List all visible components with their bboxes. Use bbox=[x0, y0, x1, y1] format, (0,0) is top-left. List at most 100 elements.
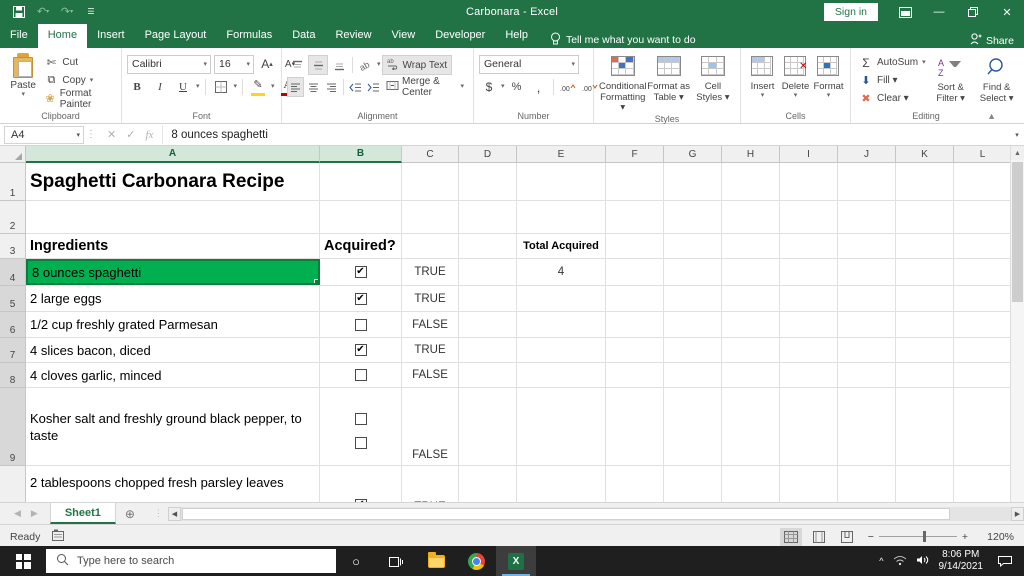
tab-formulas[interactable]: Formulas bbox=[216, 24, 282, 48]
cell-e8[interactable] bbox=[517, 363, 606, 387]
delete-caret-icon[interactable]: ▾ bbox=[794, 92, 798, 99]
cell-b2[interactable] bbox=[320, 201, 402, 233]
cell-d7[interactable] bbox=[459, 338, 517, 362]
cell-d5[interactable] bbox=[459, 286, 517, 311]
accessibility-icon[interactable] bbox=[52, 529, 65, 544]
column-header-i[interactable]: I bbox=[780, 146, 838, 163]
cell-f7[interactable] bbox=[606, 338, 664, 362]
merge-center-button[interactable]: Merge & Center ▾ bbox=[382, 76, 468, 98]
column-header-j[interactable]: J bbox=[838, 146, 896, 163]
cell-c5[interactable]: TRUE bbox=[402, 286, 459, 311]
bold-button[interactable]: B bbox=[127, 77, 147, 97]
italic-button[interactable]: I bbox=[150, 77, 170, 97]
decrease-indent-button[interactable] bbox=[346, 77, 363, 97]
cell-j1[interactable] bbox=[838, 163, 896, 200]
cell-h6[interactable] bbox=[722, 312, 780, 337]
start-button[interactable] bbox=[0, 546, 46, 576]
cell-i6[interactable] bbox=[780, 312, 838, 337]
cell-h8[interactable] bbox=[722, 363, 780, 387]
sheet-tab-sheet1[interactable]: Sheet1 bbox=[49, 503, 116, 524]
align-left-button[interactable] bbox=[287, 77, 305, 97]
cell-a2[interactable] bbox=[26, 201, 320, 233]
format-painter-button[interactable]: ❀ Format Painter bbox=[41, 88, 116, 110]
underline-button[interactable]: U bbox=[173, 77, 193, 97]
tab-view[interactable]: View bbox=[382, 24, 426, 48]
add-sheet-icon[interactable]: ⊕ bbox=[116, 507, 144, 521]
cell-i8[interactable] bbox=[780, 363, 838, 387]
name-box[interactable]: A4 ▾ bbox=[4, 125, 84, 144]
cell-f2[interactable] bbox=[606, 201, 664, 233]
cell-i5[interactable] bbox=[780, 286, 838, 311]
cell-a6[interactable]: 1/2 cup freshly grated Parmesan bbox=[26, 312, 320, 337]
cell-a3[interactable]: Ingredients bbox=[26, 234, 320, 258]
align-top-button[interactable] bbox=[287, 55, 307, 75]
acquired-checkbox-row9-a[interactable] bbox=[354, 413, 367, 425]
cell-k1[interactable] bbox=[896, 163, 954, 200]
cell-c3[interactable] bbox=[402, 234, 459, 258]
cell-l3[interactable] bbox=[954, 234, 1012, 258]
tab-page-layout[interactable]: Page Layout bbox=[135, 24, 217, 48]
tab-insert[interactable]: Insert bbox=[87, 24, 135, 48]
horizontal-scroll-thumb[interactable] bbox=[181, 507, 950, 520]
increase-font-size-button[interactable]: A ▴ bbox=[257, 54, 277, 74]
cell-l7[interactable] bbox=[954, 338, 1012, 362]
cell-f3[interactable] bbox=[606, 234, 664, 258]
taskbar-clock[interactable]: 8:06 PM 9/14/2021 bbox=[939, 549, 984, 573]
next-sheet-icon[interactable]: ▶ bbox=[31, 508, 38, 519]
cell-g8[interactable] bbox=[664, 363, 722, 387]
format-as-table-button[interactable]: Format as Table ▾ bbox=[647, 53, 691, 103]
number-format-select[interactable]: General ▾ bbox=[479, 54, 579, 74]
ribbon-display-options-icon[interactable] bbox=[888, 0, 922, 24]
column-header-g[interactable]: G bbox=[664, 146, 722, 163]
cell-j8[interactable] bbox=[838, 363, 896, 387]
tab-data[interactable]: Data bbox=[282, 24, 325, 48]
format-caret-icon[interactable]: ▾ bbox=[827, 92, 831, 99]
select-all-button[interactable] bbox=[0, 146, 26, 163]
underline-caret-icon[interactable]: ▾ bbox=[196, 83, 200, 90]
cell-h2[interactable] bbox=[722, 201, 780, 233]
acquired-checkbox-row7[interactable]: ✔ bbox=[354, 344, 367, 356]
zoom-slider-track[interactable] bbox=[878, 531, 957, 542]
accounting-caret-icon[interactable]: ▾ bbox=[501, 83, 505, 90]
name-box-caret-icon[interactable]: ▾ bbox=[76, 131, 80, 139]
cell-e6[interactable] bbox=[517, 312, 606, 337]
cell-g3[interactable] bbox=[664, 234, 722, 258]
cell-e7[interactable] bbox=[517, 338, 606, 362]
cortana-icon[interactable]: ○ bbox=[336, 546, 376, 576]
close-button[interactable]: ✕ bbox=[990, 0, 1024, 24]
row-header-3[interactable]: 3 bbox=[0, 234, 26, 259]
font-size-caret-icon[interactable]: ▾ bbox=[243, 60, 250, 68]
comma-style-button[interactable]: , bbox=[529, 77, 549, 97]
cell-l6[interactable] bbox=[954, 312, 1012, 337]
cell-g1[interactable] bbox=[664, 163, 722, 200]
cell-k5[interactable] bbox=[896, 286, 954, 311]
acquired-checkbox-row4[interactable]: ✔ bbox=[354, 266, 367, 278]
cell-a1[interactable]: Spaghetti Carbonara Recipe bbox=[26, 163, 320, 200]
wrap-text-button[interactable]: ab Wrap Text bbox=[381, 55, 453, 75]
excel-icon[interactable]: X bbox=[496, 546, 536, 576]
column-header-a[interactable]: A bbox=[26, 146, 320, 163]
cell-j5[interactable] bbox=[838, 286, 896, 311]
cell-d4[interactable] bbox=[459, 259, 517, 285]
row-header-8[interactable]: 8 bbox=[0, 363, 26, 388]
vertical-scroll-thumb[interactable] bbox=[1012, 162, 1023, 302]
cell-a4[interactable]: 8 ounces spaghetti bbox=[26, 259, 320, 285]
cell-e3[interactable]: Total Acquired bbox=[517, 234, 606, 258]
formula-input[interactable]: 8 ounces spaghetti bbox=[162, 125, 1010, 144]
cell-f6[interactable] bbox=[606, 312, 664, 337]
cell-b7[interactable]: ✔ bbox=[320, 338, 402, 362]
previous-sheet-icon[interactable]: ◀ bbox=[14, 508, 21, 519]
cell-c1[interactable] bbox=[402, 163, 459, 200]
column-header-l[interactable]: L bbox=[954, 146, 1012, 163]
cell-a8[interactable]: 4 cloves garlic, minced bbox=[26, 363, 320, 387]
insert-function-icon[interactable]: fx bbox=[145, 129, 153, 141]
insert-cells-button[interactable]: Insert ▾ bbox=[746, 53, 779, 99]
cell-g5[interactable] bbox=[664, 286, 722, 311]
paste-button[interactable]: Paste ▾ bbox=[5, 51, 41, 98]
cell-c9[interactable]: FALSE bbox=[402, 388, 459, 465]
row-header-6[interactable]: 6 bbox=[0, 312, 26, 338]
cell-j2[interactable] bbox=[838, 201, 896, 233]
autosum-caret-icon[interactable]: ▾ bbox=[922, 59, 926, 66]
cell-i3[interactable] bbox=[780, 234, 838, 258]
cell-g6[interactable] bbox=[664, 312, 722, 337]
